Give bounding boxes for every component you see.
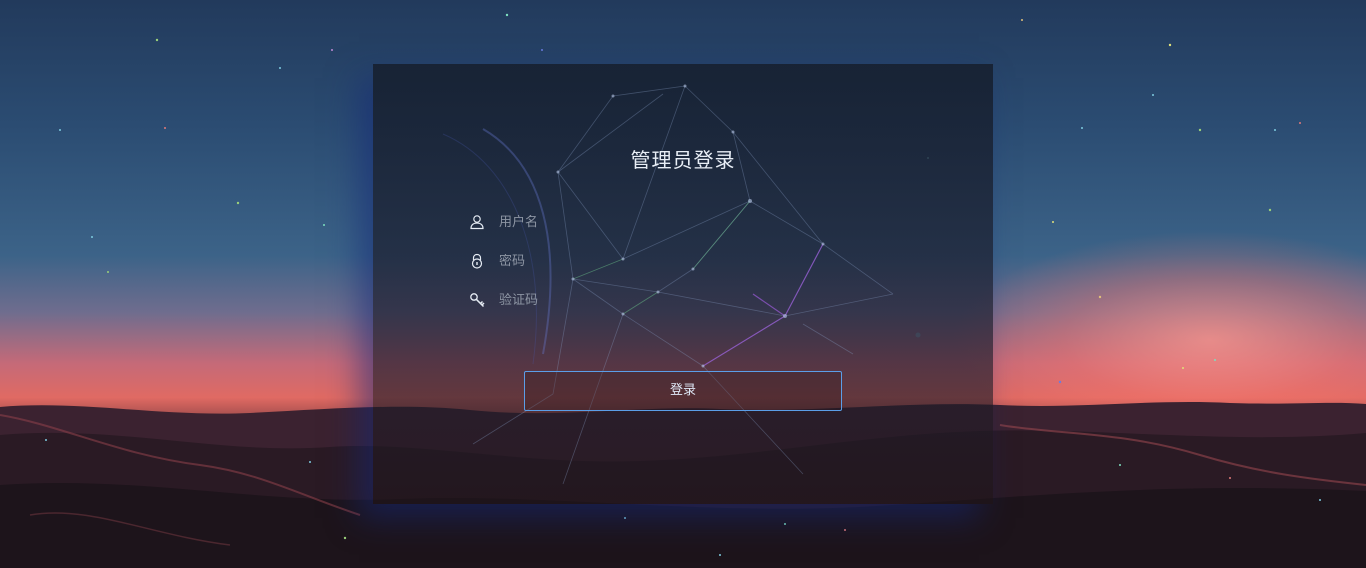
username-input[interactable]: [499, 214, 699, 230]
password-field[interactable]: [469, 249, 699, 273]
login-button[interactable]: 登录: [524, 371, 842, 411]
key-icon: [470, 293, 485, 308]
captcha-input[interactable]: [499, 292, 699, 308]
login-panel: 管理员登录 登录: [373, 64, 993, 504]
user-icon: [470, 215, 484, 230]
username-field[interactable]: [469, 210, 699, 234]
page-title: 管理员登录: [630, 148, 736, 172]
password-input[interactable]: [499, 253, 699, 269]
captcha-field[interactable]: [469, 288, 699, 312]
background-scene: 管理员登录 登录: [0, 0, 1366, 568]
lock-icon: [471, 253, 483, 269]
network-decoration: [442, 84, 894, 485]
